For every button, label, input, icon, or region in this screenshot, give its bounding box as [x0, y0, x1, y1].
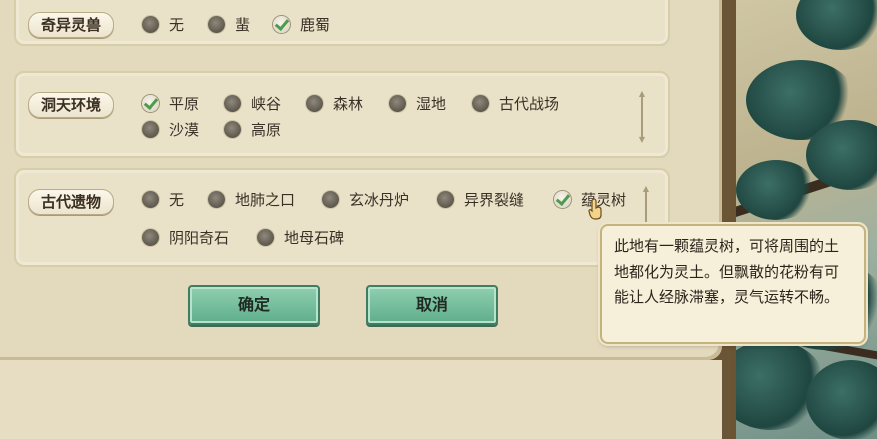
option-env-plateau[interactable]: 高原 — [224, 119, 281, 140]
option-label: 森林 — [333, 95, 364, 113]
section-label-ancient-relic: 古代遗物 — [28, 189, 115, 215]
scroll-track — [641, 97, 643, 137]
radio-unchecked-icon — [208, 16, 225, 33]
radio-unchecked-icon — [142, 229, 159, 246]
option-label: 地肺之口 — [235, 191, 296, 209]
option-label: 峡谷 — [251, 95, 282, 113]
option-beast-fei[interactable]: 蜚 — [208, 14, 250, 35]
confirm-button[interactable]: 确定 — [188, 285, 320, 325]
pine-tree-painting — [730, 0, 877, 439]
radio-unchecked-icon — [142, 191, 159, 208]
section-label-environment: 洞天环境 — [28, 92, 115, 118]
environment-scrollbar[interactable]: ▲ ▼ — [638, 90, 646, 144]
option-beast-none[interactable]: 无 — [142, 14, 184, 35]
radio-checked-icon — [554, 191, 571, 208]
radio-unchecked-icon — [224, 95, 241, 112]
section-environment: 洞天环境 平原 峡谷 森林 湿地 古代战场 沙漠 高原 ▲ ▼ — [14, 71, 670, 158]
option-label: 平原 — [169, 95, 200, 113]
option-beast-lushu[interactable]: 鹿蜀 — [273, 14, 330, 35]
hand-cursor-icon — [588, 198, 602, 220]
option-label: 无 — [169, 191, 185, 209]
radio-unchecked-icon — [142, 121, 159, 138]
option-label: 古代战场 — [499, 95, 560, 113]
pine-needles — [796, 0, 877, 50]
radio-unchecked-icon — [306, 95, 323, 112]
option-env-wetland[interactable]: 湿地 — [389, 93, 446, 114]
option-env-canyon[interactable]: 峡谷 — [224, 93, 281, 114]
option-relic-ice-furnace[interactable]: 玄冰丹炉 — [322, 189, 409, 210]
option-label: 地母石碑 — [284, 229, 345, 247]
radio-unchecked-icon — [257, 229, 274, 246]
option-label: 阴阳奇石 — [169, 229, 230, 247]
option-label: 玄冰丹炉 — [349, 191, 410, 209]
radio-unchecked-icon — [472, 95, 489, 112]
option-label: 湿地 — [416, 95, 447, 113]
radio-checked-icon — [273, 16, 290, 33]
option-relic-lung-mouth[interactable]: 地肺之口 — [208, 189, 295, 210]
relic-tooltip: 此地有一颗蕴灵树，可将周围的土地都化为灵土。但飘散的花粉有可能让人经脉滞塞，灵气… — [600, 224, 866, 344]
radio-unchecked-icon — [224, 121, 241, 138]
option-label: 蜚 — [235, 16, 251, 34]
panel-bottom — [0, 360, 722, 439]
section-strange-beast: 奇异灵兽 无 蜚 鹿蜀 — [14, 0, 670, 46]
settings-panel: 奇异灵兽 无 蜚 鹿蜀 洞天环境 平原 峡谷 森林 湿地 古代战场 沙漠 高原 … — [0, 0, 730, 439]
option-label: 鹿蜀 — [300, 16, 331, 34]
radio-unchecked-icon — [389, 95, 406, 112]
option-label: 沙漠 — [169, 121, 200, 139]
option-relic-none[interactable]: 无 — [142, 189, 184, 210]
scroll-down-icon[interactable]: ▼ — [638, 136, 646, 144]
option-env-plain[interactable]: 平原 — [142, 93, 199, 114]
radio-checked-icon — [142, 95, 159, 112]
cancel-button[interactable]: 取消 — [366, 285, 498, 325]
option-label: 无 — [169, 16, 185, 34]
option-relic-earth-stele[interactable]: 地母石碑 — [257, 227, 344, 248]
option-relic-yinyang-stone[interactable]: 阴阳奇石 — [142, 227, 229, 248]
option-label: 异界裂缝 — [464, 191, 525, 209]
option-env-forest[interactable]: 森林 — [306, 93, 363, 114]
tooltip-text: 此地有一颗蕴灵树，可将周围的土地都化为灵土。但飘散的花粉有可能让人经脉滞塞，灵气… — [614, 237, 840, 306]
option-env-battlefield[interactable]: 古代战场 — [472, 93, 559, 114]
radio-unchecked-icon — [322, 191, 339, 208]
section-ancient-relic: 古代遗物 无 地肺之口 玄冰丹炉 异界裂缝 蕴灵树 阴阳奇石 地母石碑 ▲ — [14, 168, 670, 267]
radio-unchecked-icon — [142, 16, 159, 33]
option-relic-rift[interactable]: 异界裂缝 — [437, 189, 524, 210]
option-env-desert[interactable]: 沙漠 — [142, 119, 199, 140]
radio-unchecked-icon — [208, 191, 225, 208]
section-label-strange-beast: 奇异灵兽 — [28, 12, 115, 38]
pine-needles — [736, 160, 816, 220]
option-label: 高原 — [251, 121, 282, 139]
radio-unchecked-icon — [437, 191, 454, 208]
